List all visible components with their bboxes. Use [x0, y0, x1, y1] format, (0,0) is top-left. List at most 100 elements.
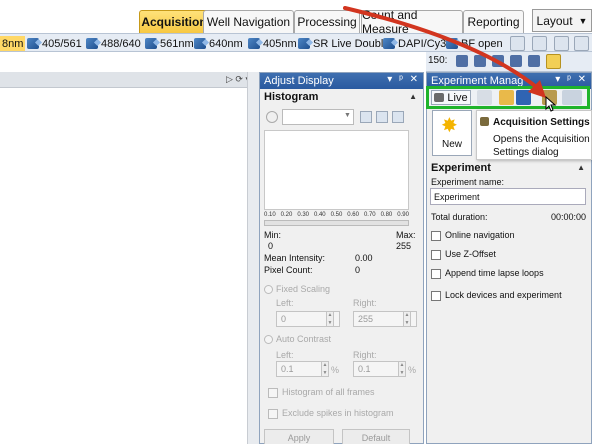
experiment-toolbar-highlight: Live	[426, 86, 590, 109]
acquisition-settings-icon	[480, 117, 489, 126]
layout-grid-icon[interactable]	[562, 90, 582, 105]
grid-icon[interactable]	[528, 55, 540, 67]
fixed-scaling-radio[interactable]: Fixed Scaling	[264, 284, 330, 295]
experiment-name-label: Experiment name:	[431, 177, 505, 187]
panel-splitter[interactable]	[247, 72, 259, 444]
settings-toolbar-icon[interactable]	[510, 36, 525, 51]
channel-button-9[interactable]: BF open	[446, 36, 503, 51]
save-icon[interactable]	[516, 90, 531, 105]
default-button[interactable]: Default	[342, 429, 410, 444]
auto-left-spinner[interactable]: ▲ ▼	[321, 361, 329, 377]
channel-button-2[interactable]: 405/561	[27, 36, 82, 51]
tab-count-and-measure[interactable]: Count and Measure	[361, 8, 463, 36]
tick-label: 0.10	[264, 212, 276, 218]
table-icon[interactable]	[392, 111, 404, 123]
z-icon[interactable]	[492, 55, 504, 67]
tick-label: 0.80	[380, 212, 393, 218]
checkbox-icon	[431, 249, 441, 260]
open-folder-icon[interactable]	[499, 90, 514, 105]
channel-button-7[interactable]: SR Live Double	[298, 36, 389, 51]
channel-button-4[interactable]: 561nm	[145, 36, 194, 51]
experiment-name-input[interactable]: Experiment	[430, 188, 586, 205]
histogram-scrollbar[interactable]	[264, 220, 409, 226]
zoom-in-icon[interactable]	[360, 111, 372, 123]
experiment-section-header[interactable]: Experiment ▲	[427, 162, 591, 174]
tab-acquisition[interactable]: Acquisition	[139, 10, 209, 33]
curve-icon[interactable]	[376, 111, 388, 123]
live-button[interactable]: Live	[431, 90, 471, 105]
channel-label: 488/640	[101, 37, 141, 50]
auto-right-spinner[interactable]: ▲ ▼	[398, 361, 406, 377]
channel-button-6[interactable]: 405nm	[248, 36, 297, 51]
channel-icon	[145, 38, 157, 49]
experiment-toolbar-strip: 150:	[426, 52, 592, 72]
lock-devices-checkbox[interactable]: Lock devices and experiment	[431, 290, 562, 301]
histogram-plot[interactable]	[264, 130, 409, 210]
histogram-tools: ▼	[264, 109, 416, 127]
use-z-offset-checkbox[interactable]: Use Z-Offset	[431, 249, 496, 260]
fixed-left-spinner[interactable]: ▲ ▼	[326, 311, 334, 327]
device-toolbar-icon[interactable]	[532, 36, 547, 51]
layout-dropdown[interactable]: Layout ▼	[532, 9, 592, 32]
acquisition-settings-tooltip: Acquisition Settings Opens the Acquisiti…	[476, 110, 592, 160]
panel-title: Adjust Display	[264, 75, 334, 87]
online-navigation-checkbox[interactable]: Online navigation	[431, 230, 515, 241]
max-value: 255	[396, 241, 412, 251]
more-toolbar-icon[interactable]	[574, 36, 589, 51]
auto-contrast-radio[interactable]: Auto Contrast	[264, 334, 331, 345]
tab-well-navigation[interactable]: Well Navigation	[203, 10, 294, 33]
checkbox-label: Exclude spikes in histogram	[282, 408, 394, 418]
pixel-count-label: Pixel Count:	[264, 265, 313, 275]
fixed-right-spinner[interactable]: ▲ ▼	[403, 311, 411, 327]
tick-label: 0.90	[397, 212, 409, 218]
channel-label: 405/561	[42, 37, 82, 50]
chevron-down-icon: ▼	[578, 15, 588, 26]
channel-button-1[interactable]: 8nm	[0, 36, 26, 51]
channel-icon	[298, 38, 310, 49]
chevron-down-icon: ▼	[344, 112, 351, 119]
pixel-count-value: 0	[355, 265, 361, 275]
stage-icon[interactable]	[456, 55, 468, 67]
zoom-value[interactable]: 150:	[428, 55, 447, 66]
zoom-icon[interactable]	[266, 111, 278, 123]
checkbox-icon	[268, 408, 278, 419]
channel-button-3[interactable]: 488/640	[86, 36, 141, 51]
checkbox-icon	[431, 230, 441, 241]
channel-icon	[446, 38, 458, 49]
panel-controls-icon[interactable]: ▾ ᵖ ✕	[387, 74, 420, 85]
snap-icon[interactable]	[477, 90, 492, 105]
tick-label: 0.70	[363, 212, 376, 218]
apply-button[interactable]: Apply	[264, 429, 334, 444]
focus-icon[interactable]	[474, 55, 486, 67]
total-duration-label: Total duration:	[431, 212, 488, 222]
append-time-lapse-checkbox[interactable]: Append time lapse loops	[431, 268, 544, 279]
auto-left-label: Left:	[276, 350, 294, 360]
live-label: Live	[447, 91, 468, 104]
new-star-icon: ✸	[441, 115, 458, 137]
histogram-section-header[interactable]: Histogram ▲	[260, 91, 423, 103]
histogram-all-frames-checkbox[interactable]: Histogram of all frames	[268, 387, 375, 398]
channel-button-5[interactable]: 640nm	[194, 36, 243, 51]
collapse-icon[interactable]: ▲	[409, 92, 417, 101]
checkbox-label: Online navigation	[445, 230, 515, 240]
experiment-section-label: Experiment	[431, 162, 491, 174]
hand-tool-icon[interactable]	[546, 54, 561, 69]
channel-icon	[86, 38, 98, 49]
channel-button-8[interactable]: DAPI/Cy3	[383, 36, 446, 51]
camera-toolbar-icon[interactable]	[554, 36, 569, 51]
tick-label: 0.30	[297, 212, 309, 218]
tab-processing[interactable]: Processing	[294, 10, 360, 33]
checkbox-label: Use Z-Offset	[445, 249, 496, 259]
collapse-icon[interactable]: ▲	[577, 163, 585, 172]
ribbon-tab-bar: Acquisition Well Navigation Processing C…	[0, 0, 592, 36]
new-label: New	[441, 139, 462, 150]
panel-controls-icon[interactable]: ▾ ᵖ ✕	[555, 74, 588, 85]
auto-right-label: Right:	[353, 350, 377, 360]
exclude-spikes-checkbox[interactable]: Exclude spikes in histogram	[268, 408, 394, 419]
xy-icon[interactable]	[510, 55, 522, 67]
image-viewer[interactable]	[0, 88, 247, 444]
new-experiment-button[interactable]: ✸ New	[432, 110, 472, 156]
channel-label: 561nm	[160, 37, 194, 50]
channel-icon	[27, 38, 39, 49]
tab-reporting[interactable]: Reporting	[463, 10, 524, 33]
